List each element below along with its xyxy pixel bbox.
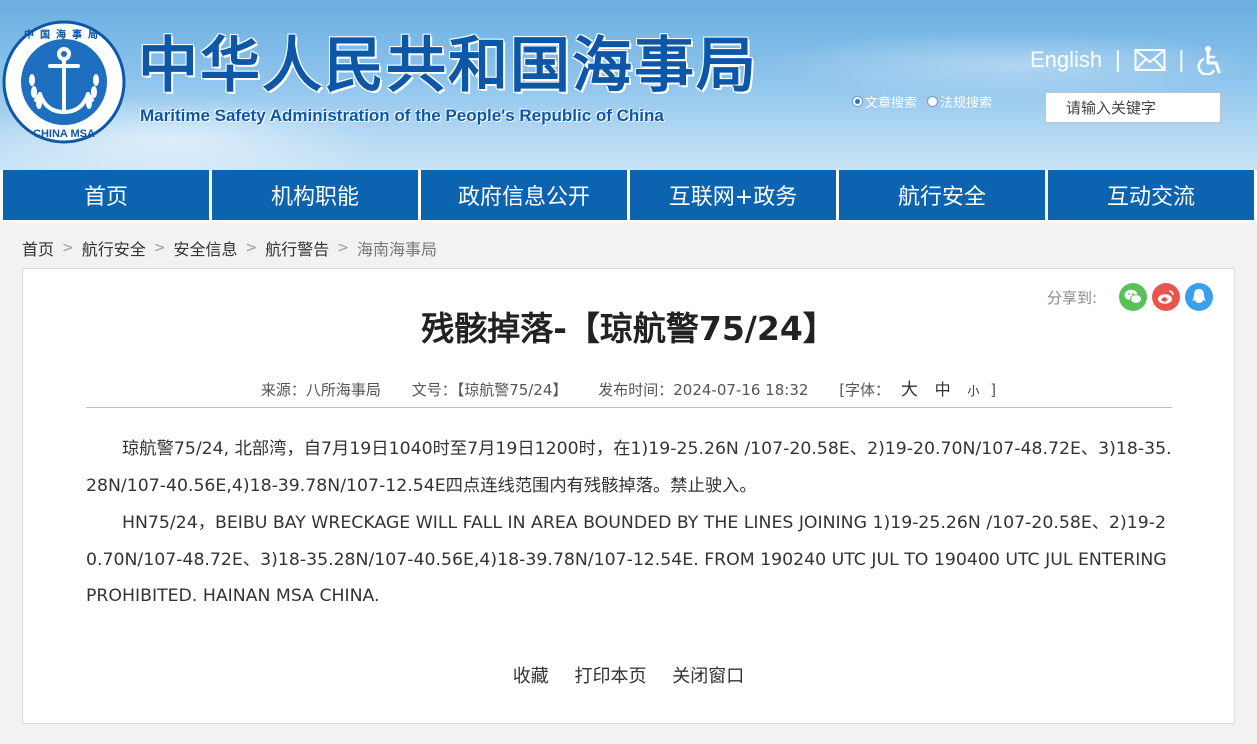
breadcrumb-item[interactable]: 首页	[22, 236, 54, 260]
nav-item-internet-gov[interactable]: 互联网+政务	[630, 170, 836, 220]
nav-item-gov-info[interactable]: 政府信息公开	[421, 170, 627, 220]
close-window-link[interactable]: 关闭窗口	[672, 666, 744, 687]
english-link[interactable]: English	[1030, 47, 1102, 73]
paragraph-en: HN75/24，BEIBU BAY WRECKAGE WILL FALL IN …	[86, 513, 1167, 606]
font-size-end: ]	[990, 381, 997, 399]
nav-item-home[interactable]: 首页	[3, 170, 209, 220]
print-link[interactable]: 打印本页	[575, 666, 647, 687]
meta-source: 来源：八所海事局	[260, 381, 381, 399]
breadcrumb-item[interactable]: 航行警告	[265, 236, 329, 260]
search-input[interactable]: 请输入关键字	[1045, 92, 1221, 123]
nav-item-nav-safety[interactable]: 航行安全	[839, 170, 1045, 220]
breadcrumb: 首页 > 航行安全 > 安全信息 > 航行警告 > 海南海事局	[22, 236, 437, 260]
breadcrumb-item[interactable]: 安全信息	[174, 236, 238, 260]
paragraph-cn: 琼航警75/24, 北部湾，自7月19日1040时至7月19日1200时，在1)…	[86, 439, 1172, 496]
chevron-right-icon: >	[153, 240, 166, 256]
font-size-large-button[interactable]: 大	[901, 380, 918, 400]
article-body: 琼航警75/24, 北部湾，自7月19日1040时至7月19日1200时，在1)…	[86, 431, 1176, 615]
main-nav: 首页 机构职能 政府信息公开 互联网+政务 航行安全 互动交流	[0, 170, 1257, 222]
accessibility-icon[interactable]	[1197, 45, 1223, 75]
top-links: English | |	[1030, 44, 1223, 76]
breadcrumb-current[interactable]: 海南海事局	[357, 236, 437, 260]
font-size-small-button[interactable]: 小	[967, 384, 979, 398]
separator: |	[1177, 47, 1185, 73]
share-label: 分享到:	[1047, 288, 1098, 307]
radio-icon[interactable]	[927, 96, 939, 107]
article-title: 残骸掉落-【琼航警75/24】	[421, 309, 836, 348]
font-size-label: [字体：	[839, 381, 891, 399]
logo-top-text: 中国海事局	[24, 28, 104, 41]
article-meta: 来源：八所海事局 文号：【琼航警75/24】 发布时间：2024-07-16 1…	[23, 375, 1234, 400]
logo-bottom-text: CHINA MSA	[33, 128, 95, 140]
favorite-link[interactable]: 收藏	[513, 666, 549, 687]
divider	[86, 407, 1172, 408]
font-size-medium-button[interactable]: 中	[935, 380, 951, 399]
meta-published: 发布时间：2024-07-16 18:32	[598, 381, 809, 399]
meta-doc-no: 文号：【琼航警75/24】	[411, 381, 568, 399]
search-option-law[interactable]: 法规搜索	[927, 92, 992, 111]
breadcrumb-item[interactable]: 航行安全	[82, 236, 146, 260]
site-header: 中国海事局 CHINA MSA 中华人民共和国海事局 Maritime Safe…	[0, 0, 1257, 172]
mail-icon[interactable]	[1134, 48, 1166, 72]
chevron-right-icon: >	[245, 240, 258, 256]
search-options: 文章搜索 法规搜索	[852, 92, 1002, 111]
article-panel: 分享到: 残骸掉落-【琼航警75/24】 来源：八所海事局 文号：【琼航警75/…	[22, 268, 1235, 724]
radio-icon[interactable]	[852, 96, 863, 107]
site-title-en: Maritime Safety Administration of the Pe…	[140, 106, 664, 125]
nav-item-functions[interactable]: 机构职能	[212, 170, 418, 220]
search-option-article[interactable]: 文章搜索	[852, 92, 917, 111]
chevron-right-icon: >	[62, 240, 74, 256]
article-actions: 收藏 打印本页 关闭窗口	[23, 662, 1234, 688]
nav-item-interaction[interactable]: 互动交流	[1048, 170, 1254, 220]
chevron-right-icon: >	[337, 240, 349, 256]
china-msa-logo[interactable]: 中国海事局 CHINA MSA	[2, 20, 126, 144]
separator: |	[1114, 47, 1122, 73]
site-title-cn: 中华人民共和国海事局	[138, 31, 758, 101]
